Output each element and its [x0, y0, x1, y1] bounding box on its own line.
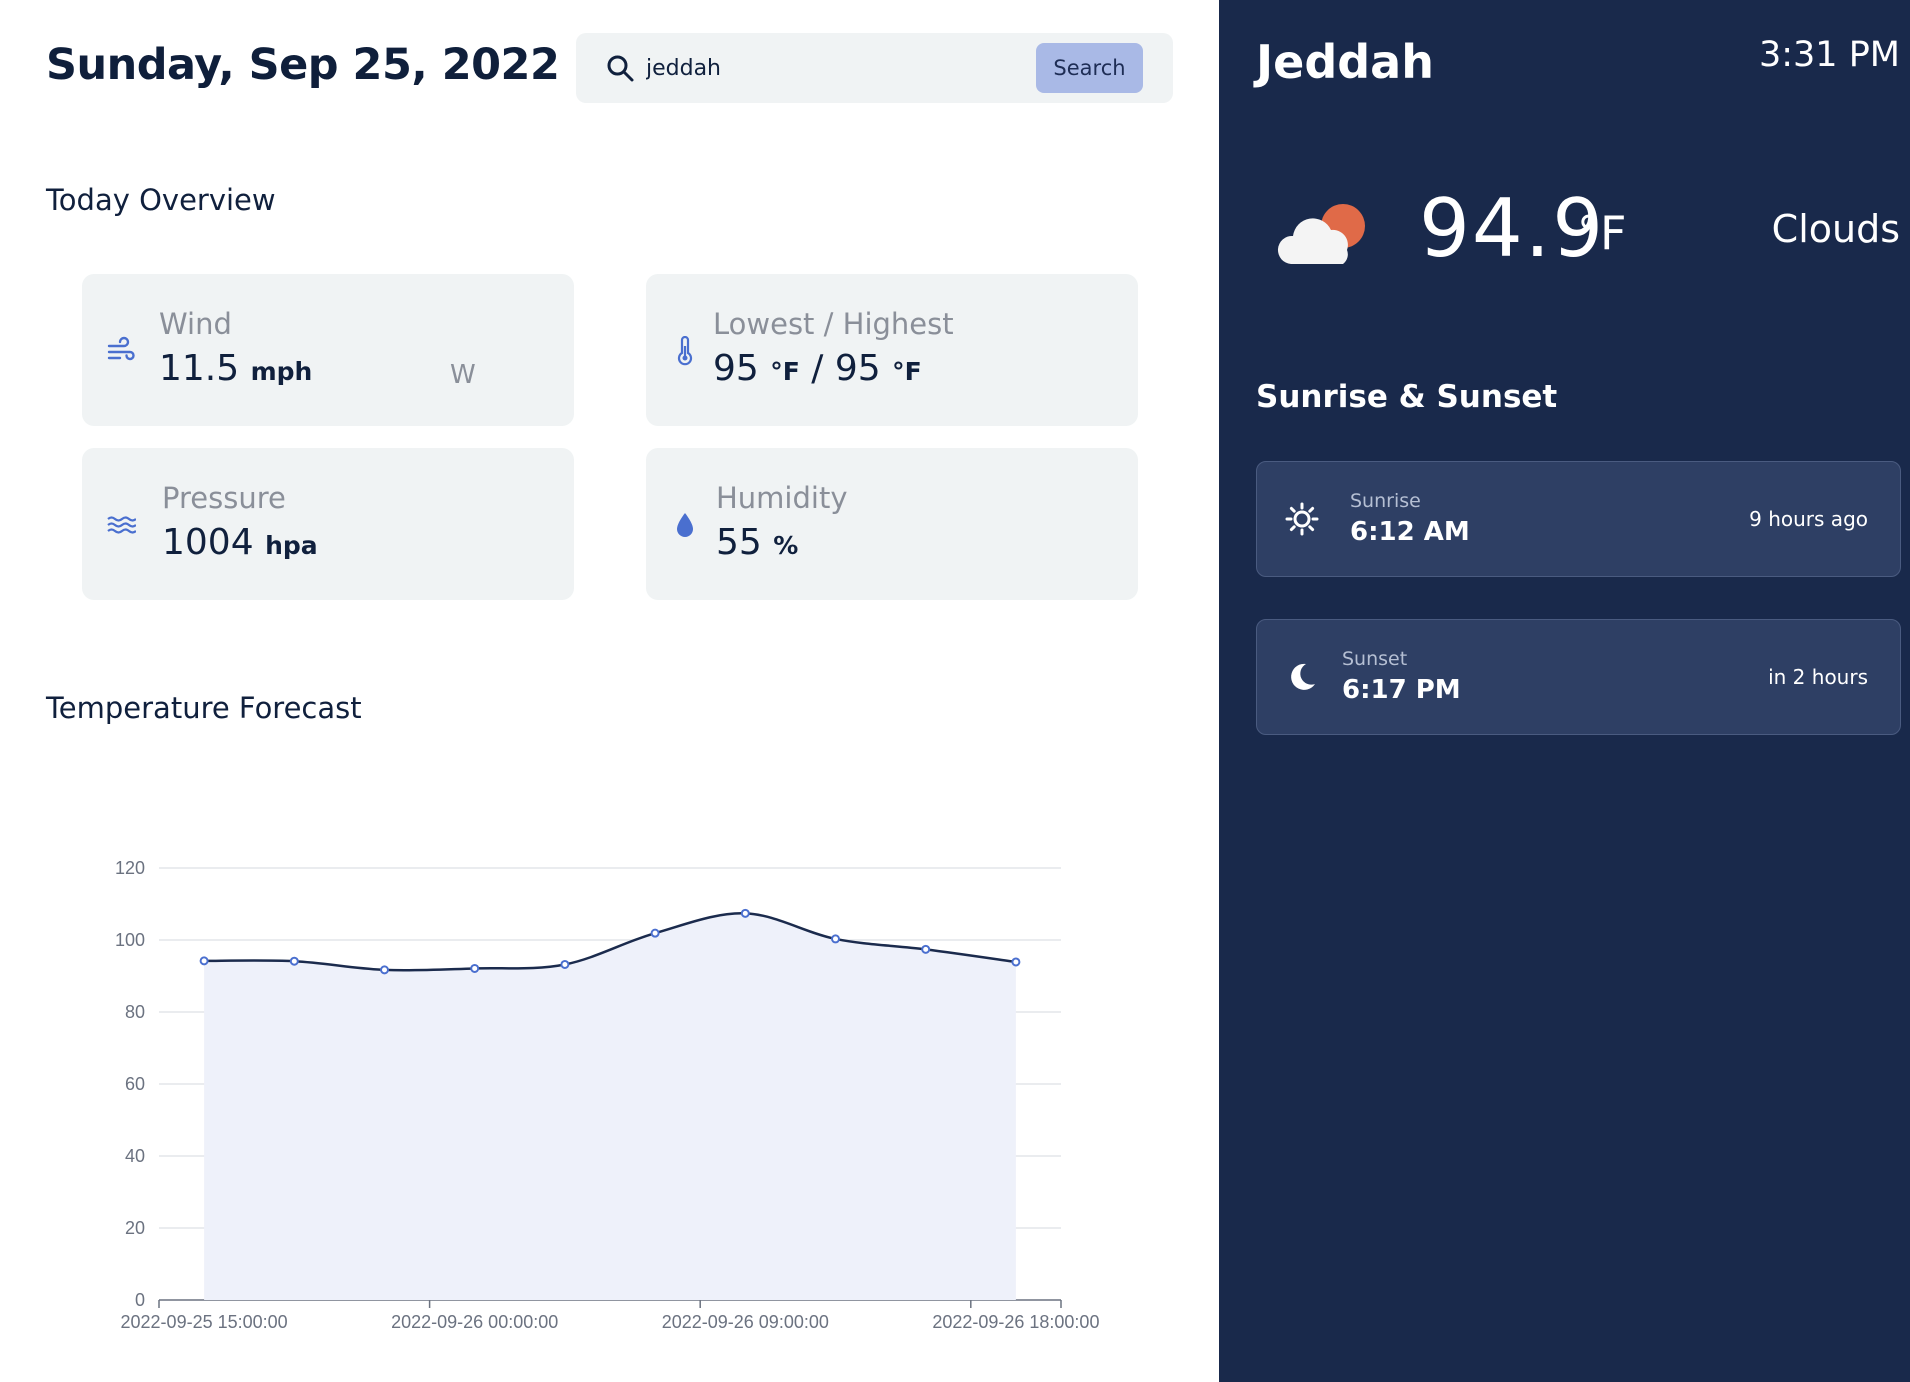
sunrise-label: Sunrise	[1350, 490, 1421, 512]
temp-low-unit: °F	[770, 357, 800, 386]
humidity-number: 55	[716, 522, 762, 563]
pressure-value: 1004 hpa	[162, 522, 318, 563]
droplet-icon	[677, 513, 693, 537]
y-tick-label: 40	[125, 1146, 145, 1166]
data-point	[289, 956, 299, 966]
humidity-value: 55 %	[716, 522, 798, 563]
sunset-time: 6:17 PM	[1342, 675, 1461, 705]
today-overview-title: Today Overview	[46, 183, 276, 217]
y-tick-label: 20	[125, 1218, 145, 1238]
sunset-card: Sunset 6:17 PM in 2 hours	[1256, 619, 1901, 735]
search-icon	[607, 55, 634, 82]
humidity-unit: %	[773, 531, 799, 560]
data-point	[650, 928, 660, 938]
sunrise-sunset-title: Sunrise & Sunset	[1256, 379, 1558, 415]
sun-icon	[1285, 502, 1319, 536]
wind-icon	[107, 336, 135, 361]
waves-icon	[107, 516, 136, 534]
sidebar: Jeddah 3:31 PM 94.9 °F Clouds Sunrise & …	[1219, 0, 1910, 1382]
temp-high: 95	[834, 348, 881, 389]
data-point	[380, 965, 389, 975]
main-panel: Sunday, Sep 25, 2022 Search Today Overvi…	[0, 0, 1219, 1382]
search-bar: Search	[576, 33, 1173, 103]
temp-separator: /	[811, 348, 824, 389]
data-point	[199, 956, 209, 966]
search-input[interactable]	[646, 45, 1066, 91]
pressure-label: Pressure	[162, 481, 286, 515]
sunrise-relative: 9 hours ago	[1749, 507, 1868, 531]
sunrise-time: 6:12 AM	[1350, 517, 1470, 547]
current-date: Sunday, Sep 25, 2022	[46, 40, 560, 90]
data-point	[921, 944, 931, 954]
thermometer-icon	[677, 336, 693, 366]
x-tick-label: 2022-09-25 15:00:00	[121, 1312, 288, 1332]
data-point	[831, 934, 840, 944]
temp-low: 95	[713, 348, 759, 389]
data-point	[740, 908, 750, 918]
temp-range-card: Lowest / Highest 95 °F / 95 °F	[646, 274, 1138, 426]
x-tick-label: 2022-09-26 18:00:00	[932, 1312, 1099, 1332]
y-tick-label: 100	[115, 930, 145, 950]
wind-direction: W	[450, 360, 476, 390]
x-tick-label: 2022-09-26 00:00:00	[391, 1312, 558, 1332]
search-button[interactable]: Search	[1036, 43, 1143, 93]
forecast-area	[204, 913, 1016, 1300]
data-point	[1011, 957, 1021, 967]
temperature-unit: °F	[1577, 206, 1627, 260]
y-tick-label: 120	[115, 858, 145, 878]
temp-high-unit: °F	[892, 357, 922, 386]
moon-icon	[1291, 663, 1315, 690]
x-tick-label: 2022-09-26 09:00:00	[662, 1312, 829, 1332]
pressure-card: Pressure 1004 hpa	[82, 448, 574, 600]
wind-value: 11.5 mph	[159, 348, 312, 389]
data-point	[470, 963, 480, 973]
pressure-number: 1004	[162, 522, 254, 563]
local-time: 3:31 PM	[1758, 35, 1900, 75]
y-tick-label: 0	[135, 1290, 145, 1310]
cloud-sun-icon	[1277, 204, 1365, 264]
wind-label: Wind	[159, 307, 232, 341]
sunset-label: Sunset	[1342, 648, 1408, 670]
temperature-forecast-title: Temperature Forecast	[46, 691, 362, 725]
y-tick-label: 60	[125, 1074, 145, 1094]
humidity-card: Humidity 55 %	[646, 448, 1138, 600]
temp-range-label: Lowest / Highest	[713, 307, 954, 341]
humidity-label: Humidity	[716, 481, 848, 515]
pressure-unit: hpa	[265, 531, 318, 560]
data-point	[560, 959, 570, 969]
wind-card: Wind 11.5 mph W	[82, 274, 574, 426]
temp-range-value: 95 °F / 95 °F	[713, 348, 922, 389]
city-name: Jeddah	[1256, 35, 1434, 89]
sunrise-card: Sunrise 6:12 AM 9 hours ago	[1256, 461, 1901, 577]
temperature-forecast-chart: 0 20 40 60 80 100 120 2022-09-25 15:00:00 2022-0…	[115, 858, 1100, 1332]
wind-speed: 11.5	[159, 348, 240, 389]
wind-unit: mph	[250, 357, 313, 386]
sunset-relative: in 2 hours	[1768, 665, 1868, 689]
weather-condition: Clouds	[1771, 207, 1900, 251]
y-tick-label: 80	[125, 1002, 145, 1022]
